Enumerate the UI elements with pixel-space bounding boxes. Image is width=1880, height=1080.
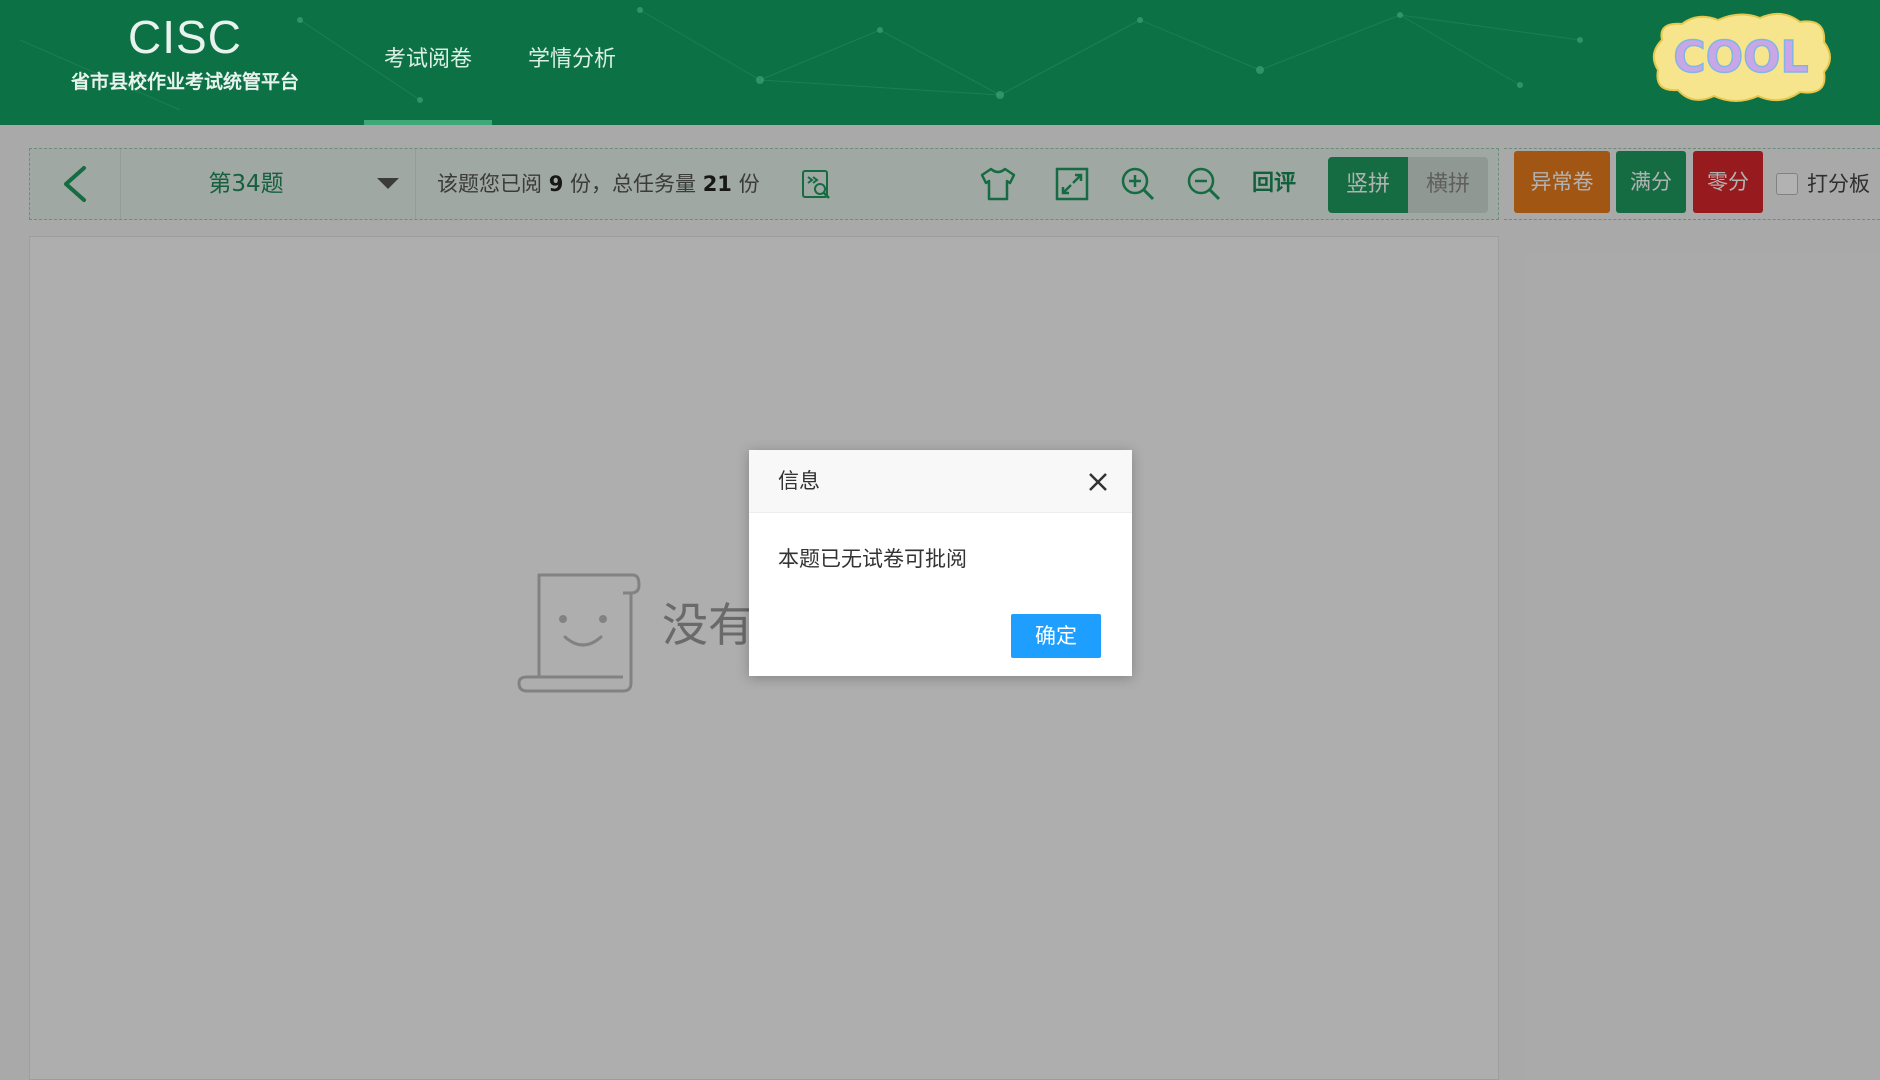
dialog-header: 信息 — [749, 450, 1132, 513]
cool-logo: COOL — [1648, 10, 1834, 106]
svg-text:COOL: COOL — [1673, 32, 1808, 83]
top-header: CISC 省市县校作业考试统管平台 考试阅卷 学情分析 COOL — [0, 0, 1880, 125]
nav-item-exam-marking[interactable]: 考试阅卷 — [364, 0, 493, 125]
close-icon[interactable] — [1086, 470, 1110, 494]
info-dialog: 信息 本题已无试卷可批阅 确定 — [749, 450, 1132, 676]
main-nav: 考试阅卷 学情分析 — [364, 0, 652, 125]
brand: CISC 省市县校作业考试统管平台 — [60, 12, 310, 94]
brand-subtitle: 省市县校作业考试统管平台 — [70, 71, 299, 93]
dialog-message: 本题已无试卷可批阅 — [778, 547, 967, 571]
brand-title: CISC — [128, 11, 242, 63]
dialog-title: 信息 — [778, 469, 820, 493]
nav-item-learning-analysis[interactable]: 学情分析 — [508, 0, 636, 125]
confirm-button[interactable]: 确定 — [1011, 614, 1101, 658]
